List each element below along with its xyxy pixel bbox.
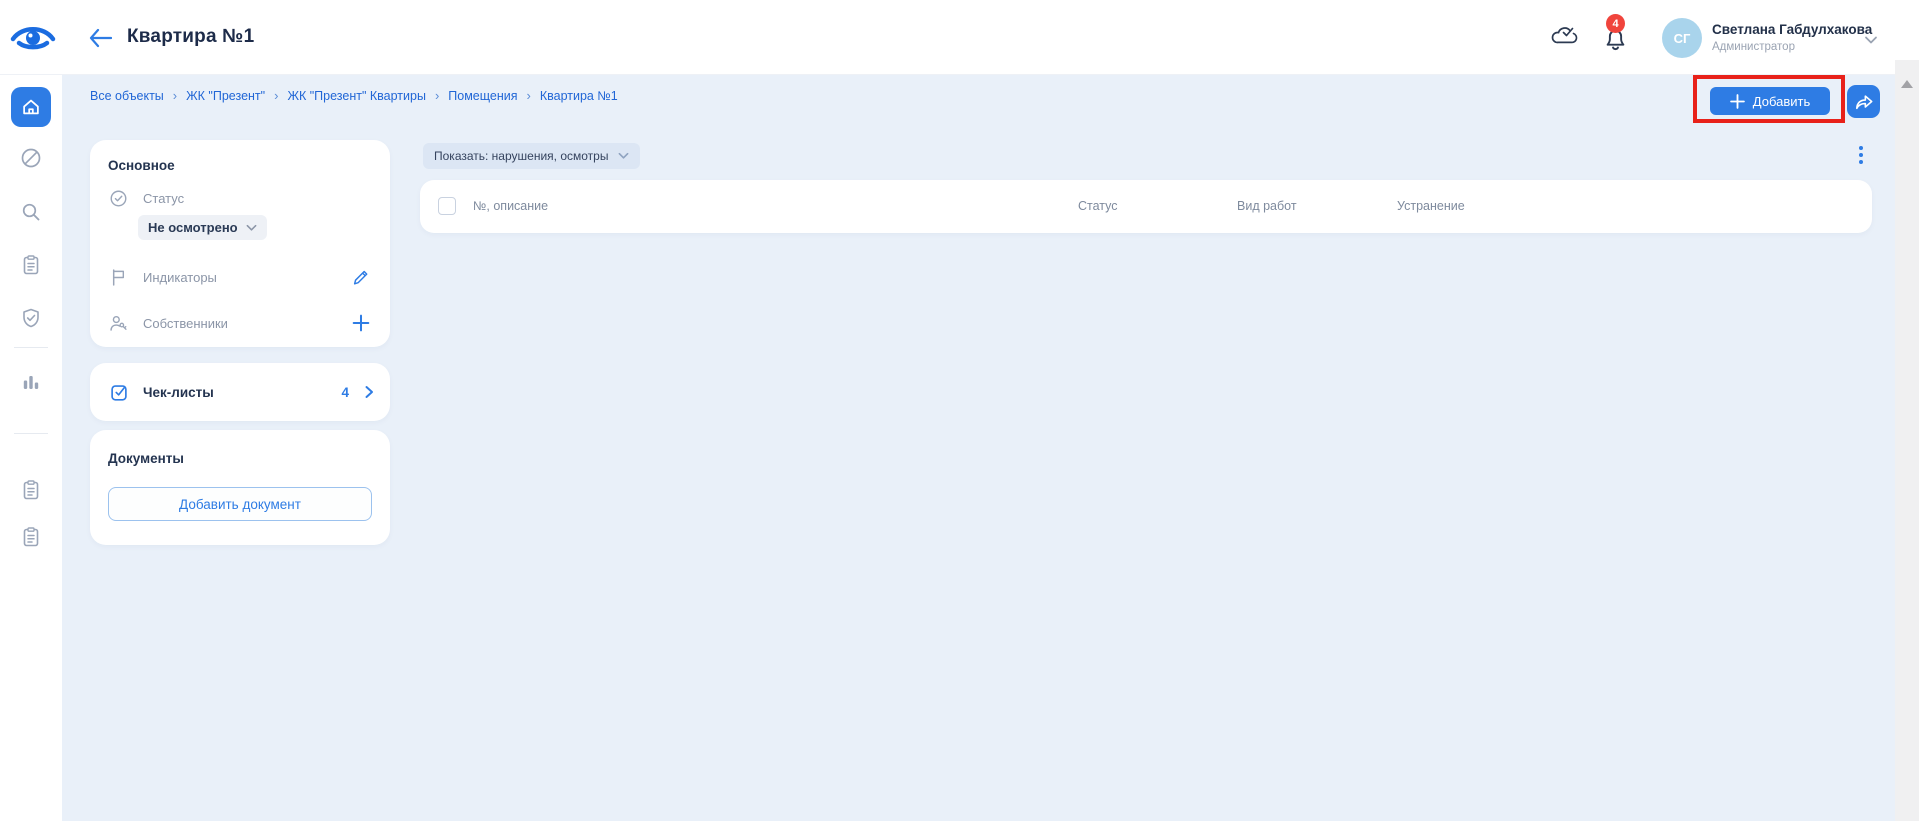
share-button[interactable] — [1847, 85, 1880, 118]
sidebar-item-tasks[interactable] — [19, 253, 43, 277]
plus-icon — [1730, 94, 1745, 109]
user-role: Администратор — [1712, 41, 1795, 53]
sidebar-divider — [14, 433, 48, 434]
add-document-button[interactable]: Добавить документ — [108, 487, 372, 521]
share-icon — [1854, 93, 1874, 111]
table-kebab-menu-icon[interactable] — [1851, 139, 1871, 171]
chevron-down-icon — [618, 152, 629, 160]
home-icon — [20, 96, 42, 118]
card-title: Основное — [108, 157, 175, 175]
shield-check-icon — [19, 306, 43, 330]
indicators-row: Индикаторы — [108, 265, 372, 289]
column-header-work-type: Вид работ — [1237, 199, 1297, 213]
status-dropdown[interactable]: Не осмотрено — [138, 215, 267, 240]
add-button-label: Добавить — [1753, 94, 1810, 109]
back-button[interactable] — [84, 22, 116, 54]
checklists-row[interactable]: Чек-листы 4 — [108, 363, 376, 421]
user-name: Светлана Габдулхакова — [1712, 22, 1872, 37]
checklist-icon — [108, 381, 130, 403]
search-icon — [19, 200, 43, 224]
edit-pencil-icon — [351, 267, 371, 287]
sidebar-divider — [14, 347, 48, 348]
sidebar-item-search[interactable] — [19, 200, 43, 224]
indicators-label: Индикаторы — [143, 270, 217, 285]
sidebar-item-reports[interactable] — [19, 525, 43, 549]
app-header: Квартира №1 4 СГ Светлана Габдулхакова А… — [0, 0, 1919, 75]
checklists-card[interactable]: Чек-листы 4 — [90, 363, 390, 421]
breadcrumb-current-apartment[interactable]: Квартира №1 — [540, 89, 618, 103]
ban-icon — [19, 146, 43, 170]
main-info-card: Основное Статус Не осмотрено Индикаторы — [90, 140, 390, 347]
documents-title: Документы — [108, 450, 184, 468]
notification-badge: 4 — [1606, 14, 1625, 33]
status-check-icon — [108, 188, 129, 209]
clipboard-icon — [19, 525, 43, 549]
breadcrumb-separator: › — [527, 88, 531, 103]
sidebar-item-quality[interactable] — [19, 306, 43, 330]
scrollbar-up-arrow-icon[interactable] — [1901, 80, 1913, 88]
page-scrollbar[interactable] — [1895, 60, 1919, 821]
flag-icon — [108, 267, 129, 288]
owners-icon — [108, 313, 129, 334]
avatar[interactable]: СГ — [1662, 18, 1702, 58]
app-logo-eye-icon[interactable] — [10, 18, 56, 59]
breadcrumb: Все объекты › ЖК "Презент" › ЖК "Презент… — [90, 88, 618, 103]
chevron-right-icon — [362, 385, 376, 399]
column-header-status: Статус — [1078, 199, 1118, 213]
add-owner-button[interactable] — [350, 312, 372, 334]
edit-indicators-button[interactable] — [350, 266, 372, 288]
bar-chart-icon — [19, 370, 43, 394]
breadcrumb-link-premises[interactable]: Помещения — [448, 89, 517, 103]
filter-label: Показать: нарушения, осмотры — [434, 149, 608, 163]
breadcrumb-separator: › — [173, 88, 177, 103]
column-header-remediation: Устранение — [1397, 199, 1465, 213]
plus-icon — [352, 314, 370, 332]
sidebar-item-violations[interactable] — [19, 146, 43, 170]
status-value: Не осмотрено — [148, 220, 238, 235]
status-label: Статус — [143, 191, 184, 206]
filter-dropdown[interactable]: Показать: нарушения, осмотры — [423, 143, 640, 169]
clipboard-icon — [19, 253, 43, 277]
clipboard-icon — [19, 478, 43, 502]
owners-label: Собственники — [143, 316, 228, 331]
checklists-count: 4 — [341, 385, 349, 400]
chevron-down-icon — [246, 224, 257, 232]
documents-card: Документы Добавить документ — [90, 430, 390, 545]
breadcrumb-separator: › — [274, 88, 278, 103]
sidebar-item-analytics[interactable] — [19, 370, 43, 394]
main-content: Все объекты › ЖК "Презент" › ЖК "Презент… — [62, 75, 1895, 821]
breadcrumb-separator: › — [435, 88, 439, 103]
sidebar-item-documents[interactable] — [19, 478, 43, 502]
column-header-description: №, описание — [473, 199, 548, 213]
owners-row: Собственники — [108, 311, 372, 335]
sidebar-item-home[interactable] — [11, 87, 51, 127]
status-row: Статус — [108, 186, 372, 210]
sidebar-nav — [0, 75, 62, 821]
records-table: №, описание Статус Вид работ Устранение — [420, 180, 1872, 233]
user-menu-chevron-down-icon[interactable] — [1864, 32, 1878, 50]
breadcrumb-link-complex[interactable]: ЖК "Презент" — [186, 89, 265, 103]
select-all-checkbox[interactable] — [438, 197, 456, 215]
breadcrumb-link-all-objects[interactable]: Все объекты — [90, 89, 164, 103]
checklists-title: Чек-листы — [143, 385, 214, 400]
breadcrumb-link-complex-apartments[interactable]: ЖК "Презент" Квартиры — [287, 89, 425, 103]
cloud-sync-icon[interactable] — [1549, 22, 1579, 53]
page-title: Квартира №1 — [127, 26, 254, 48]
add-button[interactable]: Добавить — [1710, 87, 1830, 115]
